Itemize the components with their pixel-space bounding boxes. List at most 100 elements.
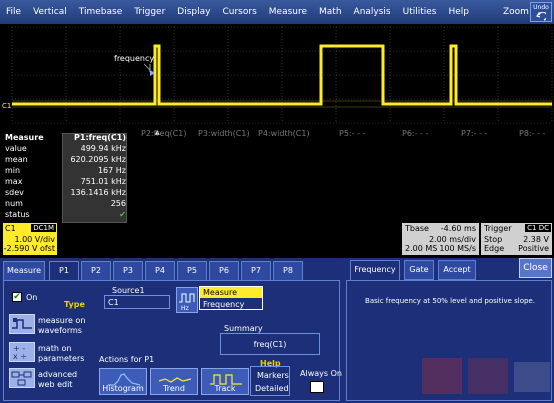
trigger-source-badge: C1 DC	[525, 224, 551, 232]
math-on-parameters-button[interactable]: + -x ÷	[9, 342, 35, 362]
channel-1-descriptor[interactable]: C1 DC1M 1.00 V/div -2.590 V ofst	[3, 223, 57, 255]
timebase-label: Tbase	[405, 224, 429, 233]
measure-type-selector[interactable]: Hz	[176, 287, 198, 313]
channel-1-label: C1	[5, 224, 16, 233]
menu-trigger[interactable]: Trigger	[128, 7, 171, 17]
trigger-descriptor[interactable]: Trigger C1 DC Stop 2.38 V Edge Positive	[481, 223, 552, 255]
measure-selected[interactable]: Measure	[200, 287, 262, 298]
frequency-description: Basic frequency at 50% level and positiv…	[365, 297, 535, 305]
table-row: max 751.01 kHz	[5, 177, 126, 186]
math-parameters-icon: + -x ÷	[13, 344, 27, 361]
trigger-mode: Stop	[484, 235, 503, 244]
table-row: min 167 Hz	[5, 166, 126, 175]
measure-header: Measure P1:freq(C1)	[3, 133, 128, 143]
on-checkbox[interactable]: ✔	[12, 292, 22, 302]
tab-p1[interactable]: P1	[49, 261, 79, 280]
measure-header-label: Measure	[5, 133, 44, 142]
time-per-div: 2.00 ms/div	[428, 235, 476, 244]
measure-select[interactable]: Measure Frequency	[199, 286, 263, 310]
histogram-label: Histogram	[102, 384, 144, 393]
measure-on-waveforms-label: measure on waveforms	[38, 316, 86, 335]
measure-frequency[interactable]: Frequency	[200, 299, 262, 310]
actions-label: Actions for P1	[99, 355, 155, 364]
tab-p4[interactable]: P4	[145, 261, 175, 280]
measure-on-waveforms-button[interactable]	[9, 314, 35, 334]
table-row: status ✔	[5, 210, 126, 219]
tab-accept[interactable]: Accept	[438, 260, 476, 280]
markers-button[interactable]: Markers Detailed	[250, 366, 290, 396]
always-on-label: Always On	[300, 369, 342, 378]
dialog-tabs: Measure P1 P2 P3 P4 P5 P6 P7 P8	[0, 258, 303, 280]
waveform-display[interactable]: frequency C1	[0, 24, 554, 125]
tab-p8[interactable]: P8	[273, 261, 303, 280]
watermark-logo	[422, 358, 550, 394]
menu-vertical[interactable]: Vertical	[27, 7, 73, 17]
trigger-slope: Positive	[518, 244, 549, 253]
tab-p7[interactable]: P7	[241, 261, 271, 280]
advanced-web-edit-label: advanced web edit	[38, 370, 78, 389]
param-p4[interactable]: P4:width(C1)	[258, 129, 310, 138]
always-on-checkbox[interactable]	[310, 381, 324, 393]
source-input[interactable]: C1	[104, 295, 170, 309]
undo-label: Undo	[533, 4, 549, 11]
tab-measure[interactable]: Measure	[3, 261, 45, 280]
track-label: Track	[214, 384, 236, 393]
menu-bar: File Vertical Timebase Trigger Display C…	[0, 0, 554, 24]
menu-timebase[interactable]: Timebase	[73, 7, 128, 17]
menu-display[interactable]: Display	[171, 7, 216, 17]
zoom-button[interactable]: Zoom	[503, 7, 529, 17]
trend-label: Trend	[163, 384, 185, 393]
frequency-marker-label: frequency	[114, 54, 154, 63]
undo-button[interactable]: Undo	[530, 2, 552, 22]
param-p6[interactable]: P6:- - -	[402, 129, 428, 138]
trigger-level: 2.38 V	[523, 235, 549, 244]
trend-button[interactable]: Trend	[150, 368, 198, 395]
advanced-web-edit-button[interactable]	[9, 368, 35, 388]
type-label: Type	[64, 300, 85, 309]
channel-1-ground-marker: C1	[2, 102, 11, 110]
trigger-label: Trigger	[484, 224, 512, 233]
markers-label: Markers	[257, 371, 289, 380]
markers-detailed-label: Detailed	[255, 384, 289, 393]
sample-rate: 100 MS/s	[439, 244, 476, 253]
param-p3[interactable]: P3:width(C1)	[198, 129, 250, 138]
param-p5[interactable]: P5:- - -	[339, 129, 365, 138]
tab-p5[interactable]: P5	[177, 261, 207, 280]
trigger-type: Edge	[484, 244, 505, 253]
svg-text:x ÷: x ÷	[13, 352, 27, 361]
undo-icon	[536, 11, 548, 21]
tab-frequency[interactable]: Frequency	[350, 260, 400, 280]
web-edit-icon	[11, 371, 32, 386]
status-ok-icon: ✔	[119, 210, 126, 219]
tab-p2[interactable]: P2	[81, 261, 111, 280]
menu-measure[interactable]: Measure	[263, 7, 313, 17]
close-button[interactable]: Close	[519, 258, 552, 278]
source-label: Source1	[112, 286, 145, 295]
timebase-descriptor[interactable]: Tbase -4.60 ms 2.00 ms/div 2.00 MS 100 M…	[402, 223, 479, 255]
menu-analysis[interactable]: Analysis	[348, 7, 397, 17]
tab-p3[interactable]: P3	[113, 261, 143, 280]
menu-math[interactable]: Math	[313, 7, 348, 17]
menu-cursors[interactable]: Cursors	[216, 7, 262, 17]
param-p2[interactable]: P2:freq(C1)	[141, 129, 186, 138]
menu-utilities[interactable]: Utilities	[397, 7, 443, 17]
table-row: mean 620.2095 kHz	[5, 155, 126, 164]
summary-label: Summary	[224, 324, 263, 333]
sample-count: 2.00 MS	[405, 244, 438, 253]
svg-text:Hz: Hz	[181, 305, 189, 312]
tab-gate[interactable]: Gate	[404, 260, 434, 280]
track-button[interactable]: Track	[201, 368, 249, 395]
p1-header: P1:freq(C1)	[74, 133, 126, 142]
summary-field: freq(C1)	[220, 333, 320, 355]
tab-p6[interactable]: P6	[209, 261, 239, 280]
timebase-delay: -4.60 ms	[440, 224, 476, 233]
frequency-icon: Hz	[179, 293, 195, 312]
histogram-button[interactable]: Histogram	[99, 368, 147, 395]
menu-help[interactable]: Help	[443, 7, 476, 17]
waveform-grid: frequency C1	[2, 26, 553, 124]
on-label: On	[26, 293, 38, 302]
param-p8[interactable]: P8:- - -	[519, 129, 545, 138]
menu-file[interactable]: File	[0, 7, 27, 17]
param-p7[interactable]: P7:- - -	[461, 129, 487, 138]
table-row: sdev 136.1416 kHz	[5, 188, 126, 197]
